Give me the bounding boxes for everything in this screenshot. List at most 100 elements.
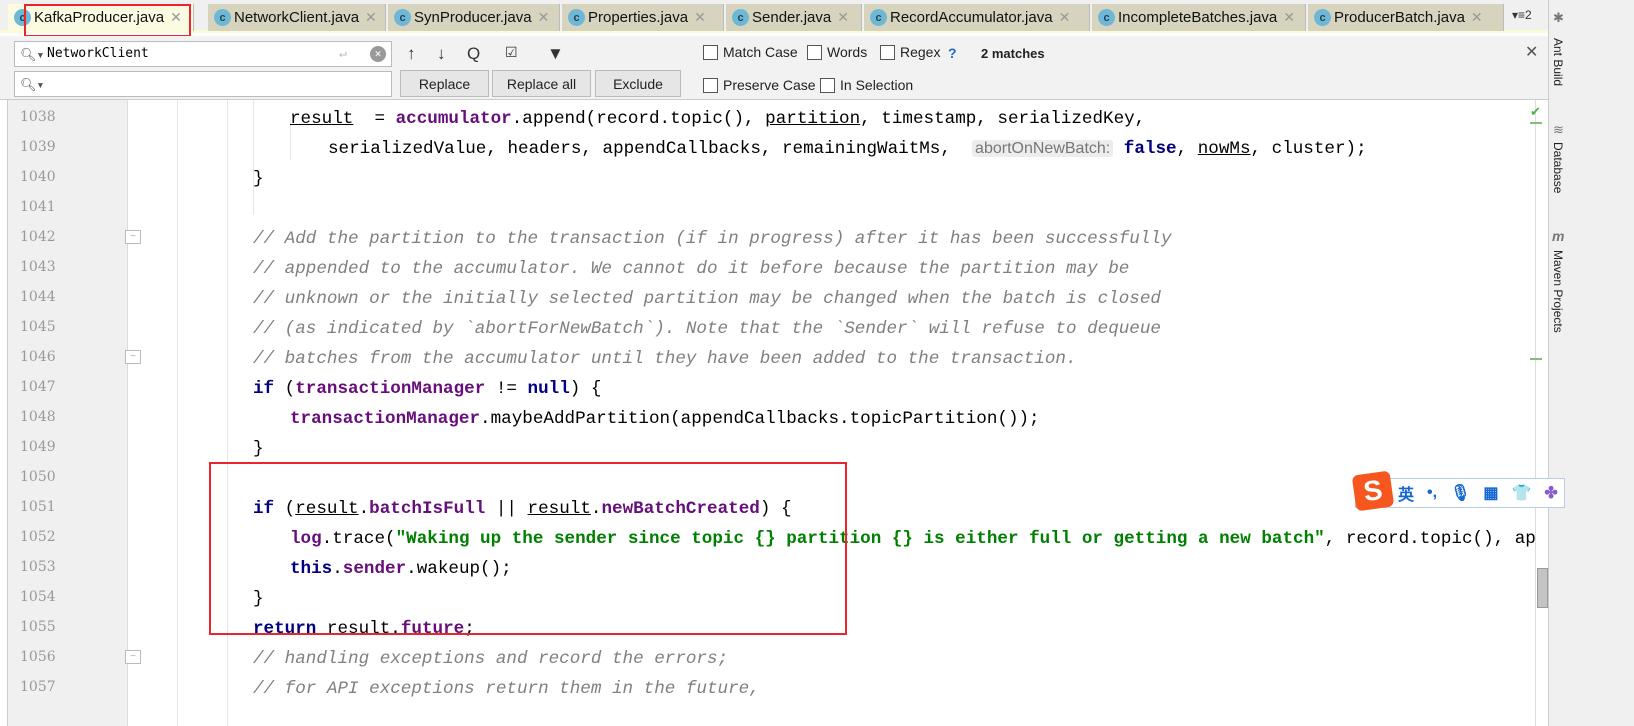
words-checkbox[interactable]: Words xyxy=(807,44,867,60)
filter-icon[interactable]: ▼ xyxy=(547,44,564,64)
ime-language-toggle[interactable]: 英 xyxy=(1398,481,1414,505)
java-class-icon: c xyxy=(214,9,231,26)
tab-label: ProducerBatch.java xyxy=(1334,9,1465,26)
replace-button[interactable]: Replace xyxy=(400,70,489,97)
close-tab-icon[interactable]: ✕ xyxy=(1059,9,1071,26)
line-number: 1047 xyxy=(20,379,56,395)
close-tab-icon[interactable]: ✕ xyxy=(1283,9,1295,26)
close-tab-icon[interactable]: ✕ xyxy=(365,9,377,26)
next-occurrence-icon[interactable]: ↓ xyxy=(437,44,446,64)
line-number: 1039 xyxy=(20,139,56,155)
previous-occurrence-icon[interactable]: ↑ xyxy=(407,44,416,64)
close-tab-icon[interactable]: ✕ xyxy=(694,9,706,26)
tab-properties[interactable]: c Properties.java ✕ xyxy=(562,4,724,31)
code-line[interactable]: // (as indicated by `abortForNewBatch`).… xyxy=(253,318,1161,340)
code-token: nowMs xyxy=(1197,139,1251,159)
tab-synproducer[interactable]: c SynProducer.java ✕ xyxy=(388,4,560,31)
code-line[interactable]: // batches from the accumulator until th… xyxy=(253,348,1077,370)
tab-label: RecordAccumulator.java xyxy=(890,9,1053,26)
tab-label: IncompleteBatches.java xyxy=(1118,9,1278,26)
code-line[interactable]: result = accumulator.append(record.topic… xyxy=(290,108,1145,130)
scrollbar-thumb[interactable] xyxy=(1537,568,1548,608)
close-tab-icon[interactable]: ✕ xyxy=(538,9,550,26)
code-token: ) { xyxy=(569,379,602,399)
code-token: , record.topic(), appendCallbacks.topicP… xyxy=(1324,529,1535,549)
tab-incompletebatches[interactable]: c IncompleteBatches.java ✕ xyxy=(1092,4,1306,31)
code-line[interactable]: transactionManager.maybeAddPartition(app… xyxy=(290,408,1040,430)
clear-icon[interactable]: ✕ xyxy=(370,46,386,62)
tab-label: SynProducer.java xyxy=(414,9,532,26)
preserve-case-checkbox[interactable]: Preserve Case xyxy=(703,77,816,93)
ant-build-tool[interactable]: Ant Build xyxy=(1551,38,1565,86)
exclude-button[interactable]: Exclude xyxy=(595,70,681,97)
code-token: if xyxy=(253,379,275,399)
close-find-icon[interactable]: ✕ xyxy=(1525,42,1538,62)
regex-label: Regex xyxy=(900,44,941,60)
java-class-icon: c xyxy=(1098,9,1115,26)
code-token: // handling exceptions and record the er… xyxy=(253,649,729,669)
tab-producerbatch[interactable]: c ProducerBatch.java ✕ xyxy=(1308,4,1504,31)
java-class-icon: c xyxy=(870,9,887,26)
maven-projects-tool[interactable]: Maven Projects xyxy=(1551,250,1565,333)
tab-sender[interactable]: c Sender.java ✕ xyxy=(726,4,862,31)
indent-guide xyxy=(177,100,178,726)
code-line[interactable]: } xyxy=(253,168,264,190)
line-number: 1054 xyxy=(20,589,56,605)
code-token: // Add the partition to the transaction … xyxy=(253,229,1172,249)
multi-select-icon[interactable]: ☑ xyxy=(505,44,518,61)
code-line[interactable]: // unknown or the initially selected par… xyxy=(253,288,1161,310)
code-token: // (as indicated by `abortForNewBatch`).… xyxy=(253,319,1161,339)
database-tool[interactable]: Database xyxy=(1551,142,1565,193)
close-tab-icon[interactable]: ✕ xyxy=(837,9,849,26)
keyboard-icon[interactable]: ▦ xyxy=(1483,483,1498,503)
line-number: 1049 xyxy=(20,439,56,455)
skin-shirt-icon[interactable]: 👕 xyxy=(1512,483,1532,503)
select-all-occurrences-icon[interactable]: Q xyxy=(467,44,480,64)
tab-overflow-button[interactable]: ▾≡2 xyxy=(1512,8,1532,22)
search-input[interactable]: 🔍︎▾ NetworkClient ↵ ✕ xyxy=(14,41,392,67)
line-number: 1057 xyxy=(20,679,56,695)
editor-scrollbar[interactable]: ✔ xyxy=(1530,100,1548,726)
in-selection-checkbox[interactable]: In Selection xyxy=(820,77,913,93)
ime-tools-icon[interactable]: ✤ xyxy=(1544,483,1557,503)
code-token: != xyxy=(485,379,528,399)
ant-icon: ✱ xyxy=(1553,10,1564,25)
code-line[interactable]: serializedValue, headers, appendCallback… xyxy=(328,138,1367,160)
regex-help-link[interactable]: ? xyxy=(948,45,957,61)
code-line[interactable]: // Add the partition to the transaction … xyxy=(253,228,1172,250)
ime-toolbar[interactable]: S 英 •, 🎙 ▦ 👕 ✤ xyxy=(1351,470,1565,512)
tab-recordaccumulator[interactable]: c RecordAccumulator.java ✕ xyxy=(864,4,1090,31)
code-token: , timestamp, serializedKey, xyxy=(860,109,1146,129)
code-line[interactable]: // handling exceptions and record the er… xyxy=(253,648,728,670)
editor-tab-bar: c KafkaProducer.java ✕ c NetworkClient.java ✕… xyxy=(0,0,1548,33)
highlight-box-code xyxy=(209,462,847,635)
line-number: 1056 xyxy=(20,649,56,665)
line-number: 1043 xyxy=(20,259,56,275)
code-token: transactionManager xyxy=(290,409,481,429)
microphone-icon[interactable]: 🎙 xyxy=(1450,483,1470,503)
regex-checkbox[interactable]: Regex xyxy=(880,44,940,60)
code-line[interactable]: // appended to the accumulator. We canno… xyxy=(253,258,1129,280)
match-case-checkbox[interactable]: Match Case xyxy=(703,44,798,60)
replace-input[interactable]: 🔍︎▾ xyxy=(14,71,392,97)
line-number: 1045 xyxy=(20,319,56,335)
replace-all-button[interactable]: Replace all xyxy=(492,70,591,97)
code-line[interactable]: // for API exceptions return them in the… xyxy=(253,678,760,700)
match-case-label: Match Case xyxy=(723,44,798,60)
code-line[interactable]: } xyxy=(253,438,264,460)
code-token: false xyxy=(1113,139,1177,159)
no-errors-icon: ✔ xyxy=(1530,104,1541,119)
ime-punctuation-toggle[interactable]: •, xyxy=(1427,484,1437,502)
tab-networkclient[interactable]: c NetworkClient.java ✕ xyxy=(208,4,386,31)
line-number: 1044 xyxy=(20,289,56,305)
tab-label: Sender.java xyxy=(752,9,832,26)
code-token: , xyxy=(1176,139,1198,159)
line-number-gutter: 1038 1039 1040 1041 1042−1043 1044 1045 1046−10… xyxy=(8,100,141,726)
find-replace-panel: 🔍︎▾ NetworkClient ↵ ✕ 🔍︎▾ ↑ ↓ Q ☑ ▼ Repl… xyxy=(0,36,1548,100)
close-tab-icon[interactable]: ✕ xyxy=(1471,9,1483,26)
line-number: 1048 xyxy=(20,409,56,425)
code-token: null xyxy=(527,379,570,399)
code-token: accumulator xyxy=(395,109,512,129)
code-token: = xyxy=(353,109,396,129)
code-line[interactable]: if (transactionManager != null) { xyxy=(253,378,601,400)
